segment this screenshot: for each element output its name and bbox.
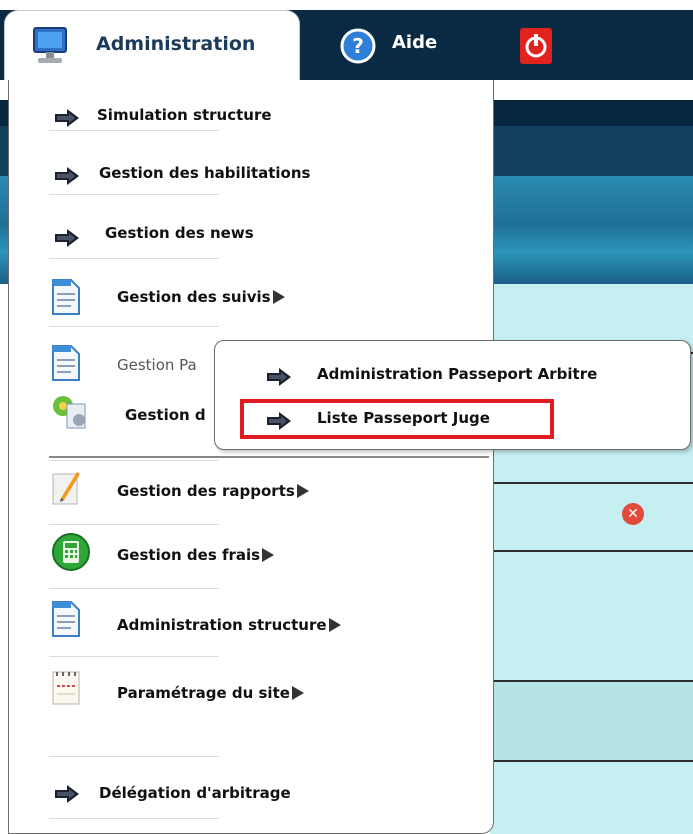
submenu-item-label: Administration Passeport Arbitre bbox=[317, 365, 598, 383]
menu-item-label: Gestion d bbox=[125, 406, 206, 424]
menu-item-label: Délégation d'arbitrage bbox=[99, 784, 291, 802]
divider bbox=[49, 756, 219, 757]
menu-item-label: Gestion des habilitations bbox=[99, 164, 311, 182]
arrow-right-icon bbox=[55, 229, 79, 247]
svg-text:?: ? bbox=[352, 34, 364, 58]
menu-item-delegation-arbitrage[interactable]: Délégation d'arbitrage bbox=[9, 760, 495, 824]
submenu-arrow-icon bbox=[296, 484, 309, 498]
submenu-arrow-icon bbox=[272, 290, 285, 304]
menu-item-gestion-des-habilitations[interactable]: Gestion des habilitations bbox=[9, 144, 495, 208]
menu-item-administration-structure[interactable]: Administration structure bbox=[9, 594, 495, 658]
menu-item-gestion-des-suivis[interactable]: Gestion des suivis bbox=[9, 268, 495, 332]
top-navigation-bar: Administration ? Aide bbox=[0, 0, 693, 80]
administration-label[interactable]: Administration bbox=[96, 33, 255, 55]
menu-item-label: Simulation structure bbox=[97, 106, 272, 124]
menu-item-label: Gestion des news bbox=[105, 224, 254, 242]
administration-dropdown-menu: Simulation structure Gestion des habilit… bbox=[8, 80, 494, 834]
help-label[interactable]: Aide bbox=[392, 32, 437, 53]
arrow-right-icon bbox=[55, 109, 79, 127]
submenu-arrow-icon bbox=[291, 686, 304, 700]
calculator-icon bbox=[52, 533, 90, 571]
submenu-arrow-icon bbox=[328, 618, 341, 632]
menu-item-label: Gestion des rapports bbox=[117, 482, 309, 500]
divider bbox=[49, 818, 219, 819]
arrow-right-icon bbox=[55, 167, 79, 185]
menu-item-label: Administration structure bbox=[117, 616, 341, 634]
highlight-box bbox=[240, 399, 554, 439]
arrow-right-icon bbox=[267, 368, 291, 386]
menu-item-text: Gestion des suivis bbox=[117, 288, 271, 306]
document-icon bbox=[52, 345, 80, 381]
menu-item-text: Gestion des frais bbox=[117, 546, 261, 564]
menu-item-label: Paramétrage du site bbox=[117, 684, 304, 702]
divider bbox=[49, 130, 219, 131]
question-circle-icon[interactable]: ? bbox=[340, 28, 376, 64]
menu-item-text: Gestion des rapports bbox=[117, 482, 295, 500]
power-icon[interactable] bbox=[518, 26, 554, 66]
menu-item-label: Gestion Pa bbox=[117, 356, 197, 374]
tools-icon bbox=[53, 396, 86, 429]
table-row bbox=[490, 484, 693, 552]
menu-item-label: Gestion des frais bbox=[117, 546, 275, 564]
table-row bbox=[490, 682, 693, 762]
delete-icon[interactable]: ✕ bbox=[622, 503, 644, 525]
notepad-pencil-icon bbox=[52, 472, 80, 505]
menu-item-text: Administration structure bbox=[117, 616, 327, 634]
notepad-icon bbox=[52, 671, 80, 705]
menu-item-label: Gestion des suivis bbox=[117, 288, 285, 306]
menu-item-parametrage-du-site[interactable]: Paramétrage du site bbox=[9, 662, 495, 726]
divider bbox=[49, 194, 219, 195]
document-icon bbox=[52, 601, 80, 637]
menu-item-simulation-structure[interactable]: Simulation structure bbox=[9, 86, 495, 150]
table-row bbox=[490, 552, 693, 682]
document-icon bbox=[52, 279, 80, 315]
menu-item-gestion-des-rapports[interactable]: Gestion des rapports bbox=[9, 458, 495, 522]
submenu-arrow-icon bbox=[262, 548, 275, 562]
arrow-right-icon bbox=[55, 785, 79, 803]
submenu-item-administration-passeport-arbitre[interactable]: Administration Passeport Arbitre bbox=[215, 349, 692, 397]
menu-item-text: Paramétrage du site bbox=[117, 684, 290, 702]
menu-item-gestion-des-frais[interactable]: Gestion des frais bbox=[9, 524, 495, 588]
divider bbox=[49, 588, 219, 589]
menu-item-gestion-des-news[interactable]: Gestion des news bbox=[9, 208, 495, 272]
divider bbox=[49, 656, 219, 657]
table-row bbox=[490, 762, 693, 834]
divider bbox=[49, 326, 219, 327]
divider bbox=[49, 258, 219, 259]
monitor-icon bbox=[33, 27, 67, 63]
